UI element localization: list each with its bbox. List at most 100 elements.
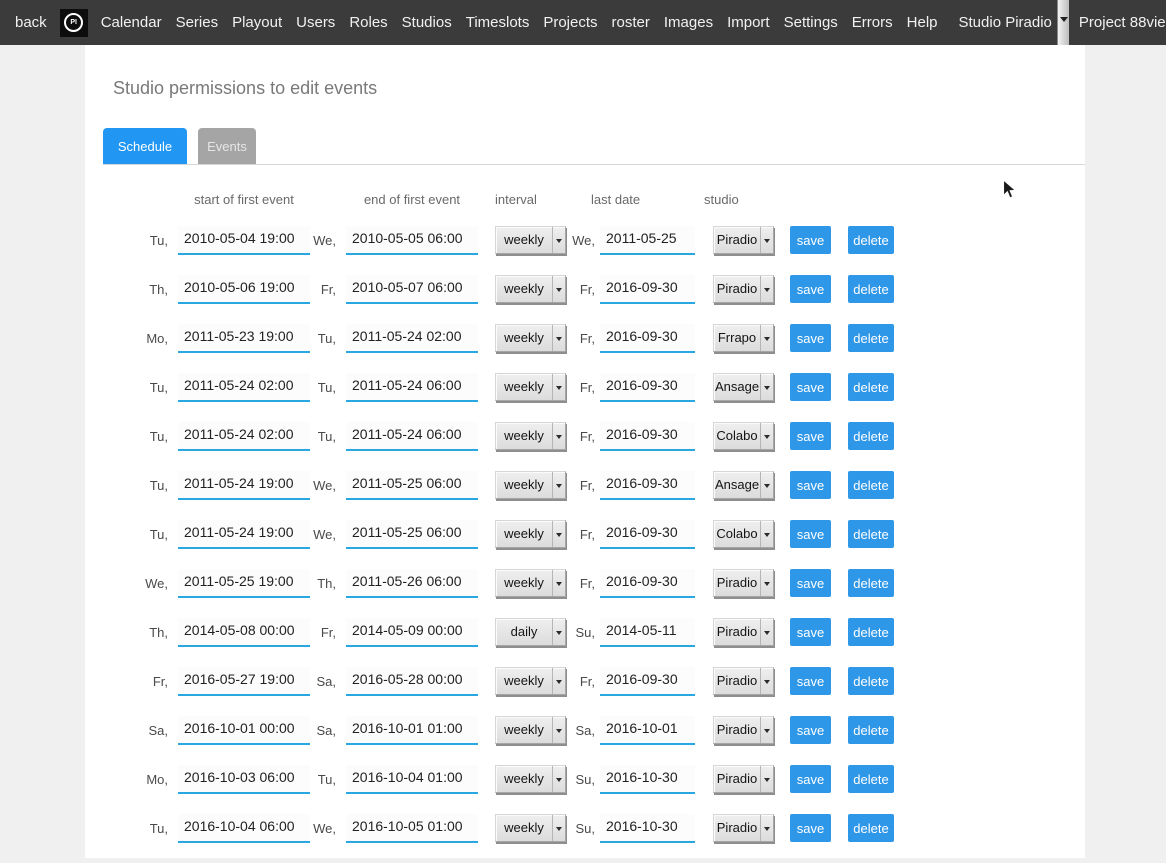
table-row: Sa, Sa, weekly Sa, Piradio save delete <box>113 716 1085 765</box>
studio-select[interactable]: Piradio <box>713 275 774 303</box>
delete-button[interactable]: delete <box>848 814 894 842</box>
nav-item-settings[interactable]: Settings <box>777 14 845 31</box>
last-date-input[interactable] <box>600 667 695 696</box>
studio-select[interactable]: Ansage <box>713 471 774 499</box>
header-end-of-first-event: end of first event <box>346 192 478 207</box>
last-date-input[interactable] <box>600 275 695 304</box>
end-datetime-input[interactable] <box>346 422 478 451</box>
delete-button[interactable]: delete <box>848 275 894 303</box>
nav-item-studios[interactable]: Studios <box>395 14 459 31</box>
end-datetime-input[interactable] <box>346 373 478 402</box>
table-row: Tu, Tu, weekly Fr, Ansage save delete <box>113 373 1085 422</box>
save-button[interactable]: save <box>790 716 831 744</box>
end-datetime-input[interactable] <box>346 275 478 304</box>
nav-item-errors[interactable]: Errors <box>845 14 900 31</box>
start-day-label: Tu, <box>113 821 168 836</box>
last-date-day-label: Sa, <box>540 723 595 738</box>
nav-item-roster[interactable]: roster <box>605 14 657 31</box>
studio-select[interactable]: Piradio <box>713 667 774 695</box>
end-datetime-input[interactable] <box>346 716 478 745</box>
end-datetime-input[interactable] <box>346 520 478 549</box>
last-date-input[interactable] <box>600 226 695 255</box>
start-day-label: Th, <box>113 282 168 297</box>
last-date-input[interactable] <box>600 471 695 500</box>
end-datetime-input[interactable] <box>346 471 478 500</box>
nav-item-images[interactable]: Images <box>657 14 720 31</box>
delete-button[interactable]: delete <box>848 765 894 793</box>
end-datetime-input[interactable] <box>346 226 478 255</box>
nav-item-users[interactable]: Users <box>289 14 342 31</box>
end-datetime-input[interactable] <box>346 814 478 843</box>
save-button[interactable]: save <box>790 422 831 450</box>
table-row: Th, Fr, weekly Fr, Piradio save delete <box>113 275 1085 324</box>
tab-events[interactable]: Events <box>198 128 256 164</box>
save-button[interactable]: save <box>790 373 831 401</box>
nav-item-projects[interactable]: Projects <box>536 14 604 31</box>
last-date-input[interactable] <box>600 569 695 598</box>
delete-button[interactable]: delete <box>848 716 894 744</box>
nav-item-series[interactable]: Series <box>169 14 226 31</box>
save-button[interactable]: save <box>790 520 831 548</box>
delete-button[interactable]: delete <box>848 422 894 450</box>
save-button[interactable]: save <box>790 324 831 352</box>
back-link[interactable]: back <box>0 14 54 31</box>
tab-schedule[interactable]: Schedule <box>103 128 187 164</box>
start-day-label: We, <box>113 576 168 591</box>
chevron-down-icon[interactable] <box>1057 0 1069 45</box>
save-button[interactable]: save <box>790 765 831 793</box>
delete-button[interactable]: delete <box>848 324 894 352</box>
delete-button[interactable]: delete <box>848 373 894 401</box>
studio-select[interactable]: Piradio <box>713 765 774 793</box>
nav-item-roles[interactable]: Roles <box>342 14 394 31</box>
last-date-input[interactable] <box>600 324 695 353</box>
studio-select[interactable]: Frrapo <box>713 324 774 352</box>
studio-select[interactable]: Ansage <box>713 373 774 401</box>
studio-select[interactable]: Colabo <box>713 422 774 450</box>
piradio-logo-icon[interactable]: PI <box>60 9 88 37</box>
save-button[interactable]: save <box>790 226 831 254</box>
save-button[interactable]: save <box>790 471 831 499</box>
end-datetime-input[interactable] <box>346 765 478 794</box>
save-button[interactable]: save <box>790 275 831 303</box>
delete-button[interactable]: delete <box>848 226 894 254</box>
end-day-label: Tu, <box>281 772 336 787</box>
studio-select[interactable]: Piradio <box>713 226 774 254</box>
delete-button[interactable]: delete <box>848 618 894 646</box>
end-datetime-input[interactable] <box>346 667 478 696</box>
studio-select[interactable]: Piradio <box>713 569 774 597</box>
studio-switch-select[interactable]: Studio Piradio <box>949 0 1069 45</box>
table-row: Mo, Tu, weekly Fr, Frrapo save delete <box>113 324 1085 373</box>
last-date-input[interactable] <box>600 618 695 647</box>
last-date-input[interactable] <box>600 520 695 549</box>
delete-button[interactable]: delete <box>848 471 894 499</box>
save-button[interactable]: save <box>790 814 831 842</box>
table-row: Tu, We, weekly Su, Piradio save delete <box>113 814 1085 863</box>
nav-item-help[interactable]: Help <box>900 14 945 31</box>
last-date-input[interactable] <box>600 765 695 794</box>
nav-menu: CalendarSeriesPlayoutUsersRolesStudiosTi… <box>94 14 945 31</box>
chevron-down-icon <box>760 423 773 449</box>
studio-select[interactable]: Piradio <box>713 716 774 744</box>
end-datetime-input[interactable] <box>346 618 478 647</box>
delete-button[interactable]: delete <box>848 569 894 597</box>
nav-item-import[interactable]: Import <box>720 14 777 31</box>
save-button[interactable]: save <box>790 569 831 597</box>
nav-item-playout[interactable]: Playout <box>225 14 289 31</box>
delete-button[interactable]: delete <box>848 667 894 695</box>
nav-item-timeslots[interactable]: Timeslots <box>459 14 537 31</box>
save-button[interactable]: save <box>790 667 831 695</box>
nav-item-calendar[interactable]: Calendar <box>94 14 169 31</box>
chevron-down-icon <box>760 619 773 645</box>
delete-button[interactable]: delete <box>848 520 894 548</box>
last-date-input[interactable] <box>600 814 695 843</box>
studio-select[interactable]: Colabo <box>713 520 774 548</box>
end-datetime-input[interactable] <box>346 569 478 598</box>
end-datetime-input[interactable] <box>346 324 478 353</box>
save-button[interactable]: save <box>790 618 831 646</box>
last-date-input[interactable] <box>600 373 695 402</box>
last-date-input[interactable] <box>600 422 695 451</box>
studio-select[interactable]: Piradio <box>713 618 774 646</box>
last-date-input[interactable] <box>600 716 695 745</box>
studio-select[interactable]: Piradio <box>713 814 774 842</box>
project-switch-select[interactable]: Project 88vier <box>1069 0 1166 45</box>
